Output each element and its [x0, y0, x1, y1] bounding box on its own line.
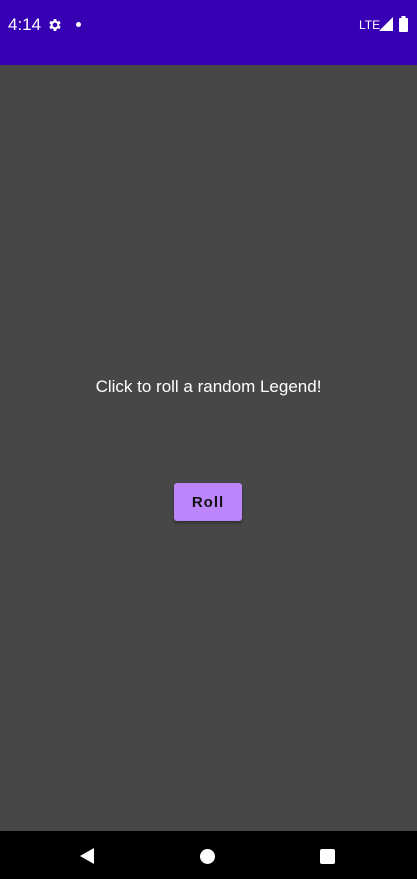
recents-icon[interactable] [320, 849, 335, 864]
navigation-bar [0, 831, 417, 879]
status-time: 4:14 [8, 15, 42, 34]
roll-button[interactable]: Roll [174, 483, 242, 521]
app-screen: 4:14 LTE Click to roll a random Legend! … [0, 0, 417, 879]
roll-prompt-text: Click to roll a random Legend! [95, 377, 322, 396]
gear-icon [49, 19, 61, 31]
home-icon[interactable] [200, 849, 215, 864]
status-bar: 4:14 LTE [0, 0, 417, 65]
signal-icon [379, 17, 393, 31]
back-icon[interactable] [78, 847, 96, 865]
battery-icon [399, 16, 408, 32]
network-type-label: LTE [359, 18, 381, 32]
notification-dot-icon [76, 22, 81, 27]
